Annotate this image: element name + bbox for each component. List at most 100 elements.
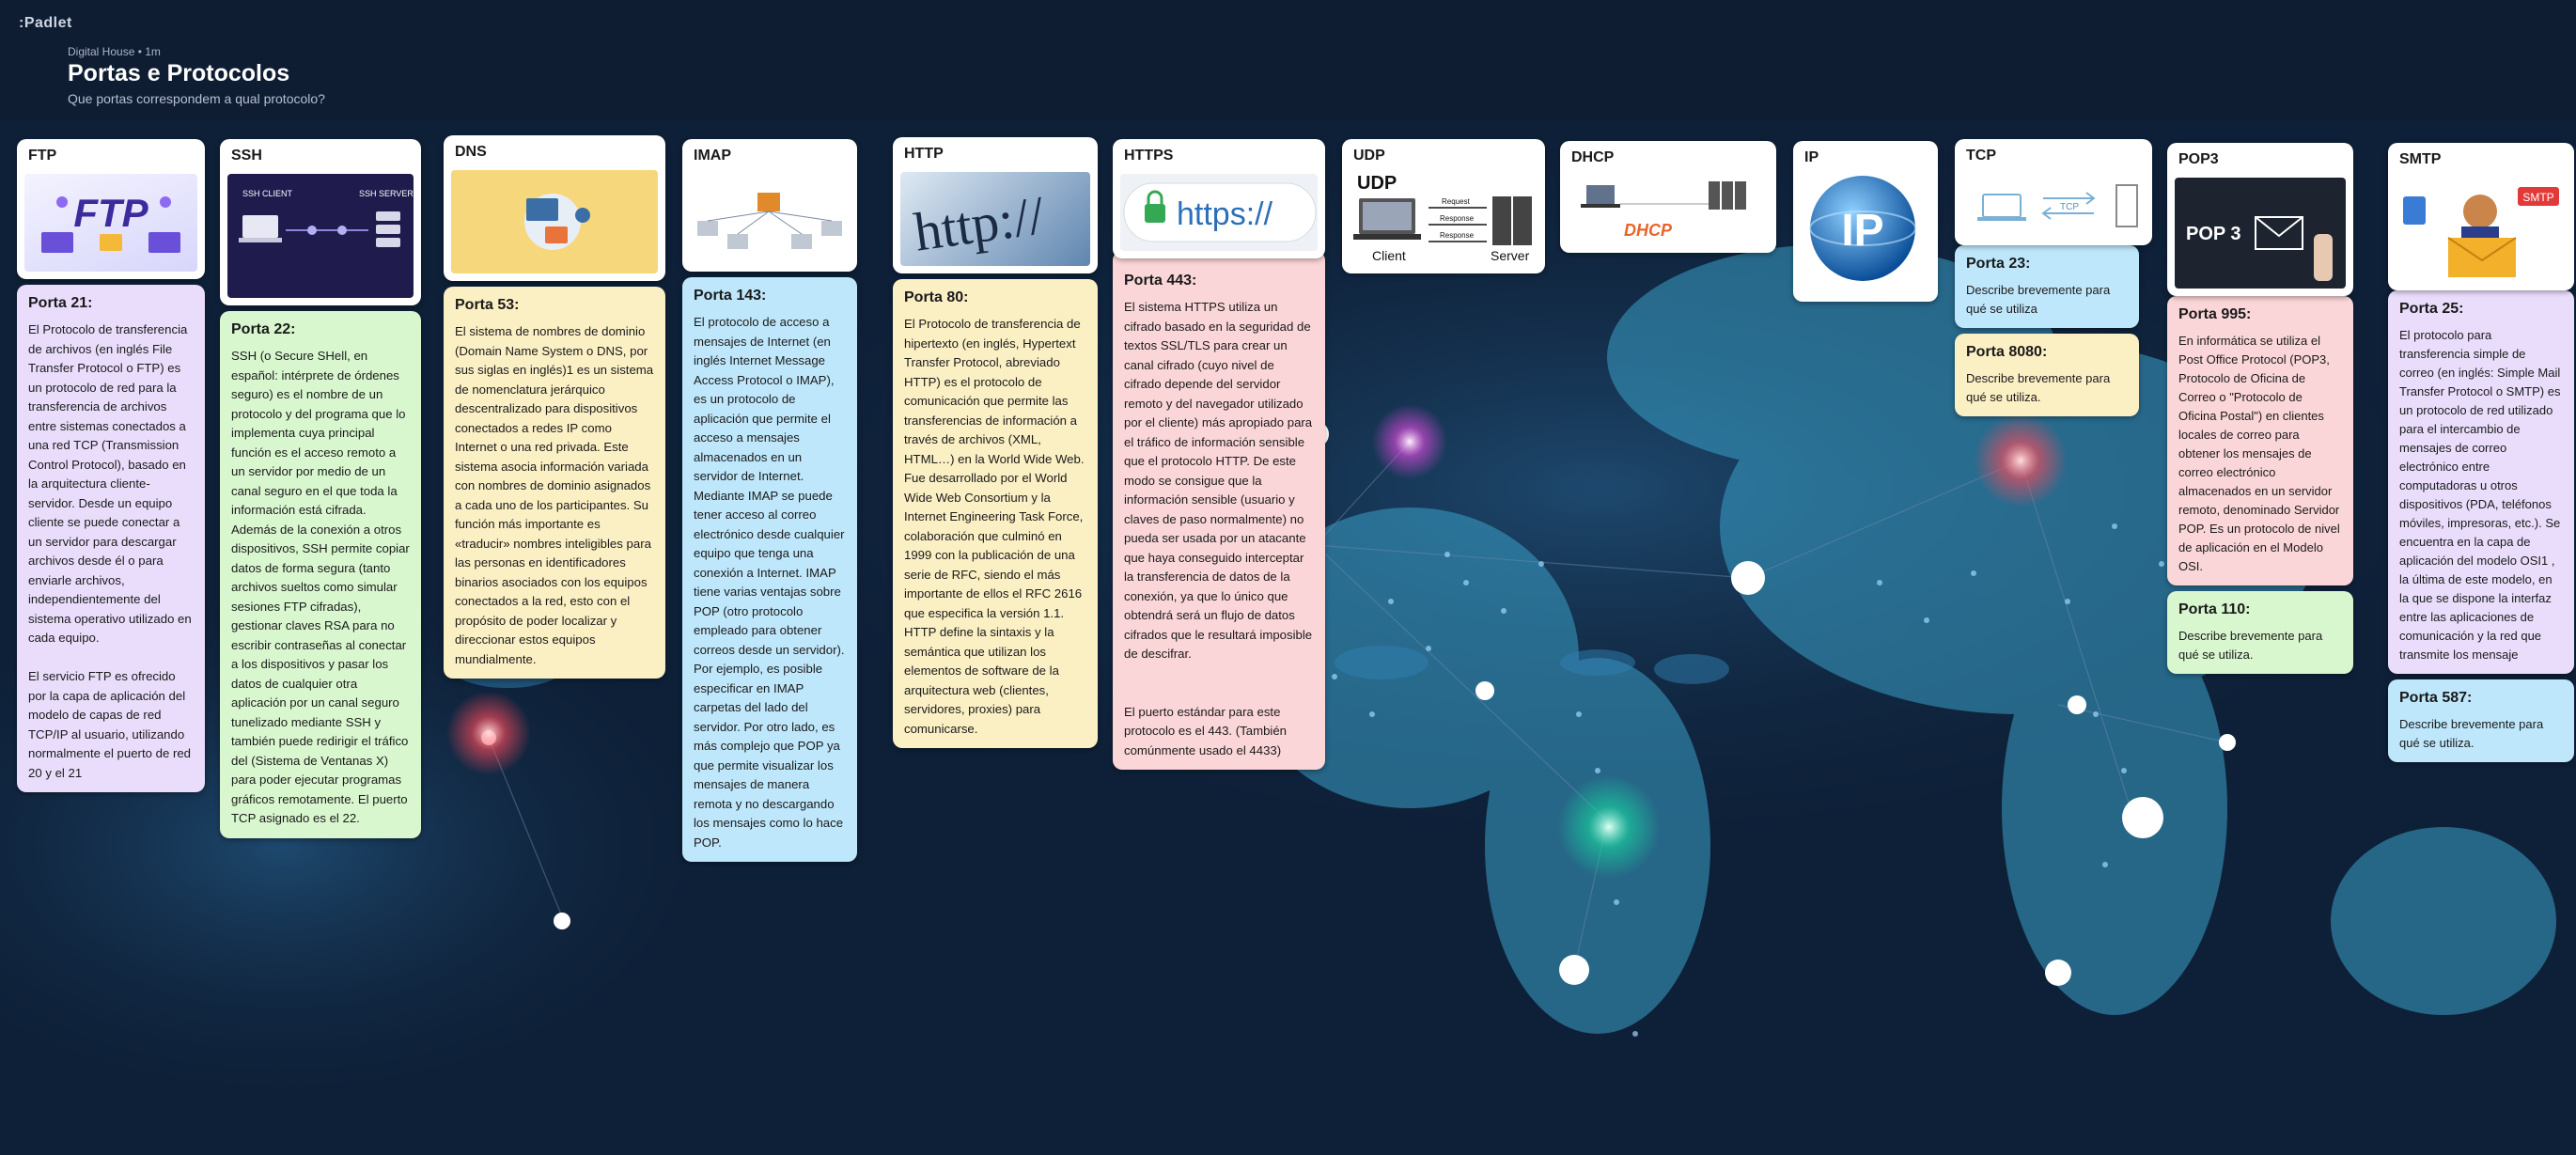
svg-text:SMTP: SMTP [2522, 191, 2553, 204]
section-title: IP [1804, 149, 1819, 165]
svg-text:POP 3: POP 3 [2186, 224, 2241, 244]
port-label: Porta 143: [694, 287, 767, 304]
port-description: El sistema HTTPS utiliza un cifrado basa… [1124, 300, 1313, 757]
board-subtitle: Que portas correspondem a qual protocolo… [68, 91, 325, 106]
column-imap: IMAP Porta 143: El protocolo de acceso a… [682, 139, 857, 867]
svg-text:Request: Request [1442, 197, 1471, 206]
board-meta: Digital House • 1m [68, 45, 161, 58]
svg-text:TCP: TCP [2060, 202, 2079, 212]
svg-text:SSH SERVER: SSH SERVER [359, 189, 414, 198]
section-header-pop3[interactable]: POP3 POP 3 [2167, 143, 2353, 296]
section-title: DHCP [1571, 149, 1615, 165]
column-tcp: TCP TCP Porta 23: Describe brevemente pa… [1955, 139, 2152, 422]
svg-text:Response: Response [1440, 231, 1475, 240]
port-label: Porta 21: [28, 294, 93, 311]
section-title: HTTPS [1124, 148, 1174, 164]
port-description: El protocolo para transferencia simple d… [2399, 327, 2561, 662]
port-label: Porta 110: [2178, 601, 2251, 617]
port-label: Porta 25: [2399, 300, 2464, 317]
card-porta-143[interactable]: Porta 143: El protocolo de acceso a mens… [682, 276, 857, 862]
port-label: Porta 8080: [1966, 343, 2048, 360]
https-lock-bar-icon: https:// [1120, 173, 1318, 251]
padlet-logo[interactable]: :Padlet [19, 15, 72, 32]
port-label: Porta 23: [1966, 255, 2031, 272]
column-smtp: SMTP SMTP Porta 25: El protocolo para tr… [2388, 143, 2574, 768]
card-porta-8080[interactable]: Porta 8080: Describe brevemente para qué… [1955, 333, 2139, 416]
card-porta-443[interactable]: Porta 443: El sistema HTTPS utiliza un c… [1113, 250, 1325, 770]
dhcp-diagram-icon: DHCP [1568, 175, 1769, 245]
section-title: FTP [28, 148, 57, 164]
section-title: TCP [1966, 148, 1996, 164]
section-title: UDP [1353, 148, 1385, 164]
section-header-https[interactable]: HTTPS https:// [1113, 139, 1325, 258]
tcp-diagram-icon: TCP [1962, 173, 2145, 238]
section-header-udp[interactable]: UDP UDP Request Response Response Client… [1342, 139, 1545, 273]
card-porta-110[interactable]: Porta 110: Describe brevemente para qué … [2167, 590, 2353, 674]
section-title: HTTP [904, 146, 944, 162]
card-porta-80[interactable]: Porta 80: El Protocolo de transferencia … [893, 278, 1098, 748]
svg-text:IP: IP [1841, 206, 1883, 256]
svg-text:http://: http:// [911, 183, 1049, 262]
section-header-dns[interactable]: DNS [444, 135, 665, 281]
dns-illustration-icon [451, 169, 658, 273]
card-porta-22[interactable]: Porta 22: SSH (o Secure SHell, en españo… [220, 310, 421, 838]
port-label: Porta 53: [455, 296, 520, 313]
svg-text:FTP: FTP [73, 191, 148, 235]
svg-text:https://: https:// [1177, 196, 1273, 232]
ssh-diagram-icon: SSH CLIENT SSH SERVER [227, 173, 414, 298]
section-header-ftp[interactable]: FTP FTP [17, 139, 205, 279]
port-description: El Protocolo de transferencia de hiperte… [904, 317, 1085, 736]
section-title: SSH [231, 148, 262, 164]
svg-text:Server: Server [1491, 248, 1530, 263]
section-header-dhcp[interactable]: DHCP DHCP [1560, 141, 1776, 253]
column-udp: UDP UDP Request Response Response Client… [1342, 139, 1545, 279]
port-description: El protocolo de acceso a mensajes de Int… [694, 315, 845, 850]
section-title: IMAP [694, 148, 731, 164]
card-porta-995[interactable]: Porta 995: En informática se utiliza el … [2167, 295, 2353, 585]
port-description: Describe brevemente para qué se utiliza [1966, 282, 2111, 316]
ip-globe-icon: IP [1801, 169, 1930, 294]
port-description: Describe brevemente para qué se utiliza. [1966, 370, 2111, 404]
port-description: SSH (o Secure SHell, en español: intérpr… [231, 349, 410, 825]
port-label: Porta 80: [904, 289, 969, 305]
column-ftp: FTP FTP Porta 21: El Protocolo de transf… [17, 139, 205, 798]
section-title: SMTP [2399, 151, 2442, 167]
port-description: El Protocolo de transferencia de archivo… [28, 322, 192, 780]
section-title: DNS [455, 144, 487, 160]
section-header-ssh[interactable]: SSH SSH CLIENT SSH SERVER [220, 139, 421, 305]
section-header-smtp[interactable]: SMTP SMTP [2388, 143, 2574, 290]
port-description: Describe brevemente para qué se utiliza. [2178, 628, 2323, 662]
port-label: Porta 443: [1124, 272, 1197, 289]
column-pop3: POP3 POP 3 Porta 995: En informática se … [2167, 143, 2353, 679]
port-description: Describe brevemente para qué se utiliza. [2399, 716, 2544, 750]
section-header-ip[interactable]: IP IP [1793, 141, 1938, 302]
svg-text:SSH CLIENT: SSH CLIENT [242, 189, 293, 198]
smtp-mail-illustration-icon: SMTP [2396, 177, 2567, 283]
svg-text:DHCP: DHCP [1624, 221, 1673, 240]
imap-network-diagram-icon [690, 173, 850, 264]
board-title: Portas e Protocolos [68, 60, 290, 86]
column-dns: DNS Porta 53: El sistema de nombres de d… [444, 135, 665, 684]
card-porta-25[interactable]: Porta 25: El protocolo para transferenci… [2388, 289, 2574, 674]
svg-text:Response: Response [1440, 214, 1475, 223]
card-porta-53[interactable]: Porta 53: El sistema de nombres de domin… [444, 286, 665, 679]
card-porta-23[interactable]: Porta 23: Describe brevemente para qué s… [1955, 244, 2139, 328]
card-porta-21[interactable]: Porta 21: El Protocolo de transferencia … [17, 284, 205, 792]
column-http: HTTP http:// Porta 80: El Protocolo de t… [893, 137, 1098, 754]
section-header-tcp[interactable]: TCP TCP [1955, 139, 2152, 245]
http-address-bar-icon: http:// [900, 171, 1090, 266]
port-label: Porta 22: [231, 320, 296, 337]
section-header-http[interactable]: HTTP http:// [893, 137, 1098, 273]
section-title: POP3 [2178, 151, 2219, 167]
port-label: Porta 587: [2399, 689, 2473, 706]
svg-text:Client: Client [1372, 248, 1406, 263]
card-porta-587[interactable]: Porta 587: Describe brevemente para qué … [2388, 679, 2574, 762]
column-ip: IP IP [1793, 141, 1938, 307]
section-header-imap[interactable]: IMAP [682, 139, 857, 272]
column-ssh: SSH SSH CLIENT SSH SERVER Porta 22: SSH … [220, 139, 421, 844]
port-description: En informática se utiliza el Post Office… [2178, 333, 2340, 573]
column-https: HTTPS https:// Porta 443: El sistema HTT… [1113, 139, 1325, 775]
pop3-envelope-icon: POP 3 [2175, 177, 2346, 289]
port-label: Porta 995: [2178, 305, 2252, 322]
column-dhcp: DHCP DHCP [1560, 141, 1776, 258]
